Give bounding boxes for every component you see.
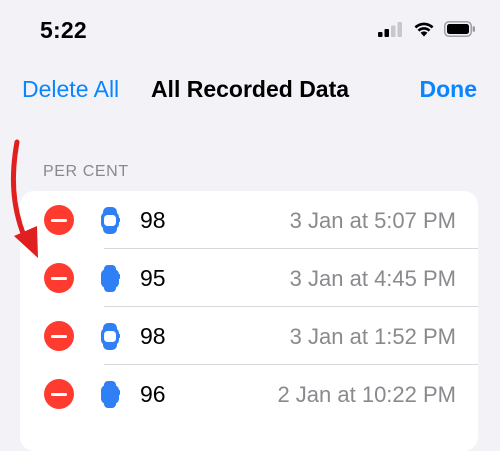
list-item: 95 3 Jan at 4:45 PM xyxy=(20,249,478,307)
delete-row-button[interactable] xyxy=(44,379,74,409)
navigation-bar: Delete All All Recorded Data Done xyxy=(0,62,500,114)
reading-datetime: 3 Jan at 4:45 PM xyxy=(289,266,456,291)
delete-row-button[interactable] xyxy=(44,263,74,293)
reading-datetime: 2 Jan at 10:22 PM xyxy=(277,382,456,407)
reading-datetime: 3 Jan at 1:52 PM xyxy=(289,324,456,349)
status-time: 5:22 xyxy=(40,17,87,43)
watch-outline-icon xyxy=(101,207,120,234)
delete-all-button[interactable]: Delete All xyxy=(22,76,119,103)
delete-row-button[interactable] xyxy=(44,321,74,351)
minus-icon xyxy=(51,218,67,222)
minus-icon xyxy=(51,392,67,396)
cellular-signal-icon xyxy=(378,21,402,37)
reading-value: 96 xyxy=(140,381,166,407)
watch-filled-icon xyxy=(101,265,120,292)
status-bar: 5:22 xyxy=(0,0,500,62)
reading-value: 95 xyxy=(140,265,166,291)
recorded-data-list: 98 3 Jan at 5:07 PM 95 3 Jan at 4:45 PM … xyxy=(20,191,478,451)
battery-icon xyxy=(444,20,475,37)
minus-icon xyxy=(51,334,67,338)
minus-icon xyxy=(51,276,67,280)
reading-value: 98 xyxy=(140,323,166,349)
status-icons xyxy=(378,20,476,37)
watch-outline-icon xyxy=(101,323,120,350)
reading-value: 98 xyxy=(140,207,166,233)
section-header: PER CENT xyxy=(43,163,129,180)
watch-filled-icon xyxy=(101,381,120,408)
reading-datetime: 3 Jan at 5:07 PM xyxy=(289,208,456,233)
list-item: 96 2 Jan at 10:22 PM xyxy=(20,365,478,423)
list-item: 98 3 Jan at 1:52 PM xyxy=(20,307,478,365)
done-button[interactable]: Done xyxy=(420,76,478,103)
list-item: 98 3 Jan at 5:07 PM xyxy=(20,191,478,249)
delete-row-button[interactable] xyxy=(44,205,74,235)
wifi-icon xyxy=(414,22,434,37)
